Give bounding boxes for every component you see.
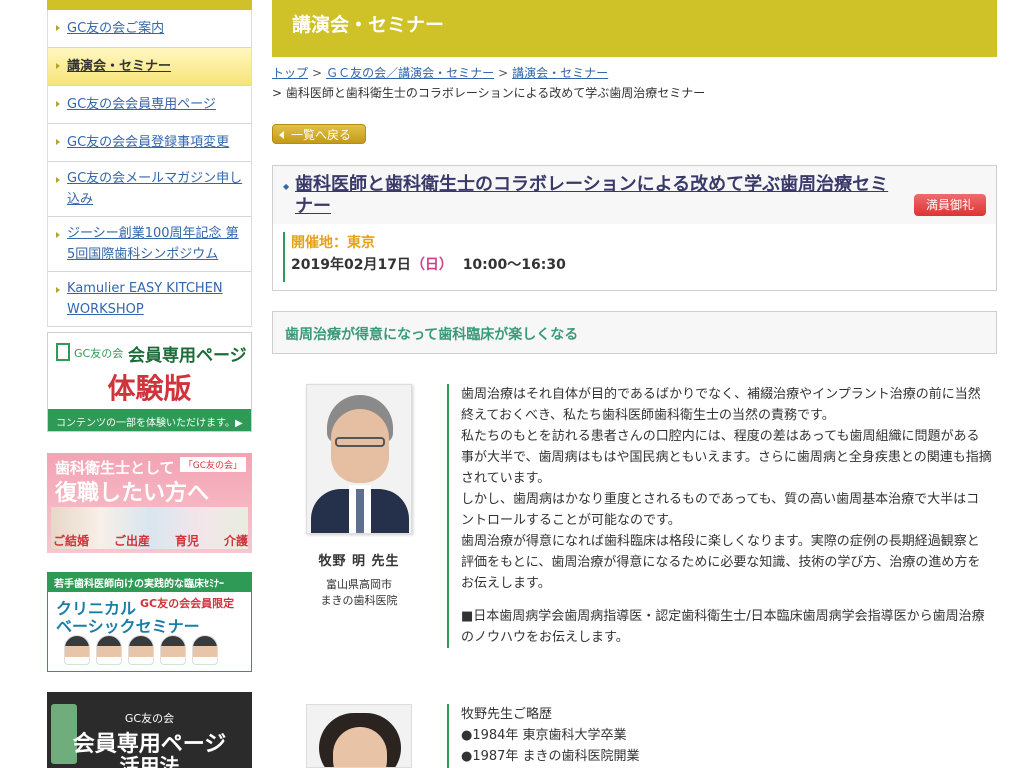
event-header: ◆ 歯科医師と歯科衛生士のコラボレーションによる改めて学ぶ歯周治療セミナー 満員… (273, 166, 996, 224)
back-to-list-label: 一覧へ戻る (291, 128, 352, 142)
status-badge: 満員御礼 (914, 194, 986, 216)
member-page-guide-banner[interactable]: GC友の会 会員専用ページ 活用法 (47, 692, 252, 768)
trial-banner-main: 会員専用ページ (128, 346, 247, 366)
member-banner-line3: 活用法 (119, 754, 180, 768)
clinical-seminar-banner[interactable]: 若手歯科医師向けの実践的な臨床ｾﾐﾅｰ クリニカル GC友の会会員限定 ベーシッ… (47, 572, 252, 672)
seminar-description: 歯周治療はそれ自体が目的であるばかりでなく、補綴治療やインプラント治療の前に当然… (447, 384, 992, 648)
trial-banner-bottom: コンテンツの一部を体験いただけます。▶ (48, 409, 251, 431)
trial-banner-big: 体験版 (107, 372, 192, 405)
breadcrumb: トップ > ＧＣ友の会／講演会・セミナー > 講演会・セミナー > 歯科医師と歯科衛生士… (272, 63, 997, 103)
breadcrumb-sep: > (312, 66, 323, 80)
description-paragraph: 歯周治療が得意になれば歯科臨床は格段に楽しくなります。実際の症例の長期経過観察と… (461, 534, 981, 591)
section-heading-box: 歯周治療が得意になって歯科臨床が楽しくなる (272, 311, 997, 354)
sidebar-nav: GC友の会ご案内 講演会・セミナー GC友の会会員専用ページ GC友の会会員登録… (47, 10, 252, 327)
event-datetime: 2019年02月17日（日） 10:00〜16:30 (291, 254, 566, 276)
lecturer-photo (96, 635, 122, 665)
description-paragraph: しかし、歯周病はかなり重度とされるものであっても、質の高い歯周基本治療で大半はコ… (461, 492, 980, 528)
trial-banner[interactable]: GC友の会 会員専用ページ 体験版 コンテンツの一部を体験いただけます。▶ (47, 332, 252, 432)
sidebar-item-mail-magazine[interactable]: GC友の会メールマガジン申し込み (48, 162, 251, 217)
clinical-banner-tag: GC友の会会員限定 (140, 597, 235, 610)
page-title-bar: 講演会・セミナー (272, 0, 997, 57)
speaker-name: 牧野 明 先生 (318, 554, 400, 569)
clinical-banner-line2: ベーシックセミナー (56, 617, 200, 636)
breadcrumb-gc-seminars[interactable]: ＧＣ友の会／講演会・セミナー (326, 66, 494, 80)
lecturer-photo (192, 635, 218, 665)
bio-item: ●1987年 まきの歯科医院開業 (461, 749, 640, 764)
clinical-banner-top: 若手歯科医師向けの実践的な臨床ｾﾐﾅｰ (48, 573, 251, 592)
sidebar-item-kamulier[interactable]: Kamulier EASY KITCHEN WORKSHOP (48, 272, 251, 327)
event-date: 2019年02月17日 (291, 257, 411, 273)
lecturer-photo (160, 635, 186, 665)
breadcrumb-sep: > (498, 66, 509, 80)
second-speaker-photo (306, 704, 412, 768)
gc-logo-icon (56, 343, 70, 361)
sidebar-item-seminars[interactable]: 講演会・セミナー (48, 48, 251, 86)
lecturer-photo (64, 635, 90, 665)
caption-birth: ご出産 (113, 534, 150, 548)
speaker-profile: 牧野 明 先生 富山県高岡市 まきの歯科医院 (306, 384, 412, 609)
trial-banner-small: GC友の会 (74, 347, 124, 360)
description-note: ■日本歯周病学会歯周病指導医・認定歯科衛生士/日本臨床歯周病学会指導医から歯周治… (461, 609, 985, 645)
breadcrumb-current: 歯科医師と歯科衛生士のコラボレーションによる改めて学ぶ歯周治療セミナー (285, 86, 706, 100)
section-heading: 歯周治療が得意になって歯科臨床が楽しくなる (285, 327, 579, 343)
caption-care: 介護 (223, 534, 248, 548)
event-info: 開催地：東京 2019年02月17日（日） 10:00〜16:30 (283, 232, 566, 282)
breadcrumb-sep: > (272, 86, 283, 100)
breadcrumb-top[interactable]: トップ (272, 66, 308, 80)
speaker-affiliation: 富山県高岡市 まきの歯科医院 (306, 577, 412, 609)
event-venue: 開催地：東京 (291, 235, 375, 251)
sidebar-item-member-update[interactable]: GC友の会会員登録事項変更 (48, 124, 251, 162)
bio-item: ●1984年 東京歯科大学卒業 (461, 728, 627, 743)
event-time: 10:00〜16:30 (462, 257, 566, 273)
arrow-left-icon (279, 131, 284, 139)
description-paragraph: 歯周治療はそれ自体が目的であるばかりでなく、補綴治療やインプラント治療の前に当然… (461, 387, 981, 423)
sidebar: GC友の会ご案内 講演会・セミナー GC友の会会員専用ページ GC友の会会員登録… (47, 0, 252, 327)
sidebar-item-guide[interactable]: GC友の会ご案内 (48, 10, 251, 48)
speaker-city: 富山県高岡市 (326, 578, 392, 591)
sidebar-top-bar (47, 0, 252, 10)
return-banner-captions: ご結婚 ご出産 育児 介護 (53, 532, 248, 549)
return-banner-tag: 「GC友の会」 (179, 457, 246, 472)
caption-marriage: ご結婚 (53, 534, 90, 548)
sidebar-item-symposium[interactable]: ジーシー創業100周年記念 第5回国際歯科シンポジウム (48, 217, 251, 272)
description-paragraph: 私たちのもとを訪れる患者さんの口腔内には、程度の差はあっても歯周組織に問題がある… (461, 429, 992, 486)
page-title: 講演会・セミナー (292, 14, 445, 36)
caption-childcare: 育児 (174, 534, 199, 548)
lecturer-photo (128, 635, 154, 665)
speaker-bio: 牧野先生ご略歴 ●1984年 東京歯科大学卒業 ●1987年 まきの歯科医院開業 (447, 704, 992, 768)
bullet-icon: ◆ (283, 182, 290, 191)
return-banner-line2: 復職したい方へ (55, 481, 210, 506)
speaker-photo (306, 384, 412, 534)
event-day-of-week: （日） (410, 257, 453, 273)
return-to-work-banner[interactable]: 歯科衛生士として 「GC友の会」 復職したい方へ ご結婚 ご出産 育児 介護 (47, 453, 252, 553)
speaker-clinic: まきの歯科医院 (320, 594, 398, 607)
member-banner-line1: GC友の会 (124, 712, 175, 725)
back-to-list-button[interactable]: 一覧へ戻る (272, 124, 366, 144)
bio-heading: 牧野先生ご略歴 (461, 707, 553, 722)
event-summary: ◆ 歯科医師と歯科衛生士のコラボレーションによる改めて学ぶ歯周治療セミナー 満員… (272, 165, 997, 291)
clinical-banner-faces (64, 635, 218, 665)
sidebar-item-member-page[interactable]: GC友の会会員専用ページ (48, 86, 251, 124)
breadcrumb-seminars[interactable]: 講演会・セミナー (512, 66, 608, 80)
event-title[interactable]: 歯科医師と歯科衛生士のコラボレーションによる改めて学ぶ歯周治療セミナー (295, 174, 905, 218)
